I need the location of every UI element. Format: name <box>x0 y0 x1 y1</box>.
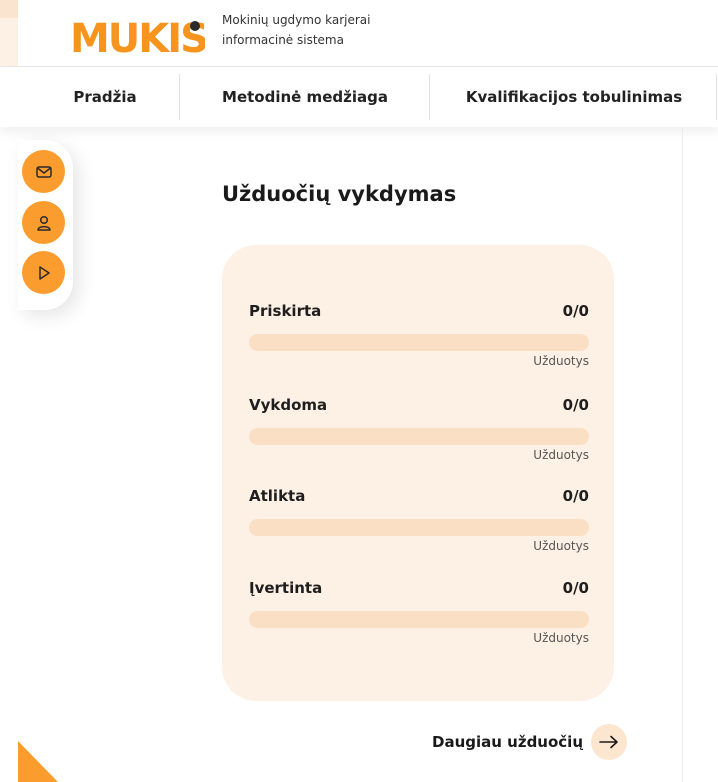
task-count: 0/0 <box>562 302 589 320</box>
task-row-atlikta: Atlikta 0/0 Užduotys <box>249 486 589 553</box>
task-row-vykdoma: Vykdoma 0/0 Užduotys <box>249 395 589 462</box>
task-label: Vykdoma <box>249 396 328 414</box>
task-label: Priskirta <box>249 302 322 320</box>
play-icon <box>38 265 50 280</box>
site-header: MUKIS Mokinių ugdymo karjerai informacin… <box>0 0 718 67</box>
mail-button[interactable] <box>22 150 65 193</box>
user-icon <box>36 215 51 231</box>
more-tasks-label: Daugiau užduočių <box>432 733 583 751</box>
brand-tagline: Mokinių ugdymo karjerai informacinė sist… <box>222 10 371 50</box>
mukis-logo[interactable]: MUKIS <box>70 14 205 58</box>
tagline-line-2: informacinė sistema <box>222 33 344 47</box>
task-unit: Užduotys <box>533 631 589 645</box>
task-progress-bar <box>249 334 589 351</box>
nav-divider <box>716 74 717 120</box>
tasks-title: Užduočių vykdymas <box>222 182 457 206</box>
mail-icon <box>35 165 52 178</box>
content-divider <box>682 127 683 782</box>
corner-decoration <box>18 741 58 782</box>
task-label: Atlikta <box>249 487 306 505</box>
nav-divider <box>429 74 430 120</box>
nav-divider <box>179 74 180 120</box>
task-progress-bar <box>249 428 589 445</box>
nav-item-metodine-medziaga[interactable]: Metodinė medžiaga <box>190 75 420 119</box>
task-count: 0/0 <box>562 396 589 414</box>
main-nav: Pradžia Metodinė medžiaga Kvalifikacijos… <box>0 67 718 127</box>
tagline-line-1: Mokinių ugdymo karjerai <box>222 13 371 27</box>
task-count: 0/0 <box>562 579 589 597</box>
play-button[interactable] <box>22 251 65 294</box>
more-tasks-link[interactable]: Daugiau užduočių <box>432 724 627 760</box>
task-unit: Užduotys <box>533 448 589 462</box>
task-progress-bar <box>249 611 589 628</box>
arrow-right-button[interactable] <box>591 724 627 760</box>
task-row-ivertinta: Įvertinta 0/0 Užduotys <box>249 578 589 645</box>
task-label: Įvertinta <box>249 579 323 597</box>
task-row-priskirta: Priskirta 0/0 Užduotys <box>249 301 589 368</box>
profile-button[interactable] <box>22 201 65 244</box>
task-progress-card: Priskirta 0/0 Užduotys Vykdoma 0/0 Užduo… <box>222 245 614 701</box>
task-count: 0/0 <box>562 487 589 505</box>
arrow-right-icon <box>599 735 618 749</box>
svg-text:MUKIS: MUKIS <box>70 16 205 58</box>
task-unit: Užduotys <box>533 539 589 553</box>
task-progress-bar <box>249 519 589 536</box>
nav-item-pradzia[interactable]: Pradžia <box>40 75 170 119</box>
nav-item-kvalifikacijos-tobulinimas[interactable]: Kvalifikacijos tobulinimas <box>440 75 708 119</box>
task-unit: Užduotys <box>533 354 589 368</box>
